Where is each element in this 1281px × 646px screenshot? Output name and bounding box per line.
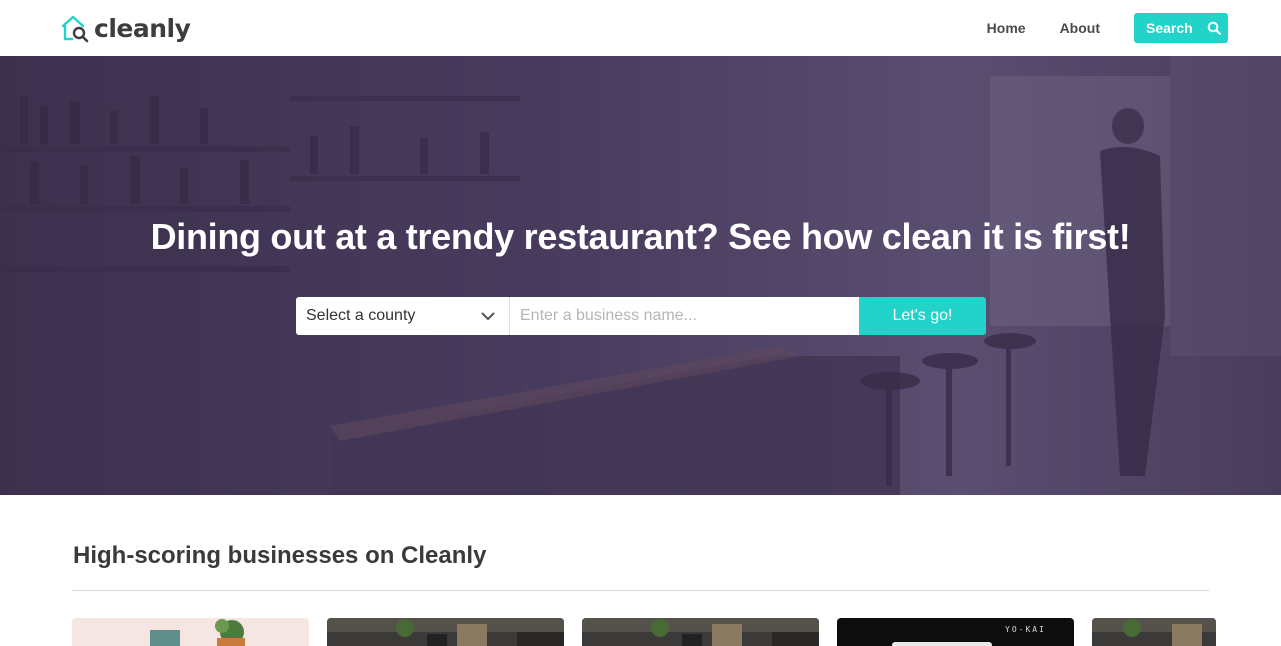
business-card-4[interactable]: YO-KAI [837, 618, 1074, 646]
business-card-image [327, 618, 564, 646]
nav-search-button[interactable]: Search [1134, 13, 1228, 43]
search-icon [1207, 21, 1221, 35]
nav-home-link[interactable]: Home [987, 20, 1026, 36]
county-select[interactable]: Select a county [296, 297, 510, 335]
business-card-1[interactable] [72, 618, 309, 646]
main-nav: Home About Search [987, 13, 1228, 43]
business-card-3[interactable] [582, 618, 819, 646]
chevron-down-icon [481, 312, 495, 320]
section-title: High-scoring businesses on Cleanly [73, 542, 487, 569]
hero-overlay [0, 56, 1281, 495]
house-magnifier-icon [61, 15, 89, 43]
search-form: Select a county Let's go! [296, 297, 986, 335]
business-card-image [1092, 618, 1216, 646]
section-divider [72, 590, 1209, 591]
yokai-logo: YO-KAI [1005, 625, 1046, 634]
business-card-image [582, 618, 819, 646]
nav-about-link[interactable]: About [1060, 20, 1100, 36]
business-cards: YO-KAI [72, 618, 1216, 646]
business-card-image: YO-KAI [837, 618, 1074, 646]
county-select-label: Select a county [306, 307, 416, 324]
logo-text: cleanly [94, 13, 191, 43]
business-card-2[interactable] [327, 618, 564, 646]
nav-search-label: Search [1146, 20, 1193, 36]
business-card-image [72, 618, 309, 646]
business-card-5[interactable] [1092, 618, 1216, 646]
lets-go-button[interactable]: Let's go! [859, 297, 986, 335]
hero-title: Dining out at a trendy restaurant? See h… [150, 216, 1131, 257]
logo[interactable]: cleanly [60, 12, 191, 44]
hero-banner: Dining out at a trendy restaurant? See h… [0, 56, 1281, 495]
site-header: cleanly Home About Search [0, 0, 1281, 56]
business-name-input[interactable] [510, 297, 859, 335]
